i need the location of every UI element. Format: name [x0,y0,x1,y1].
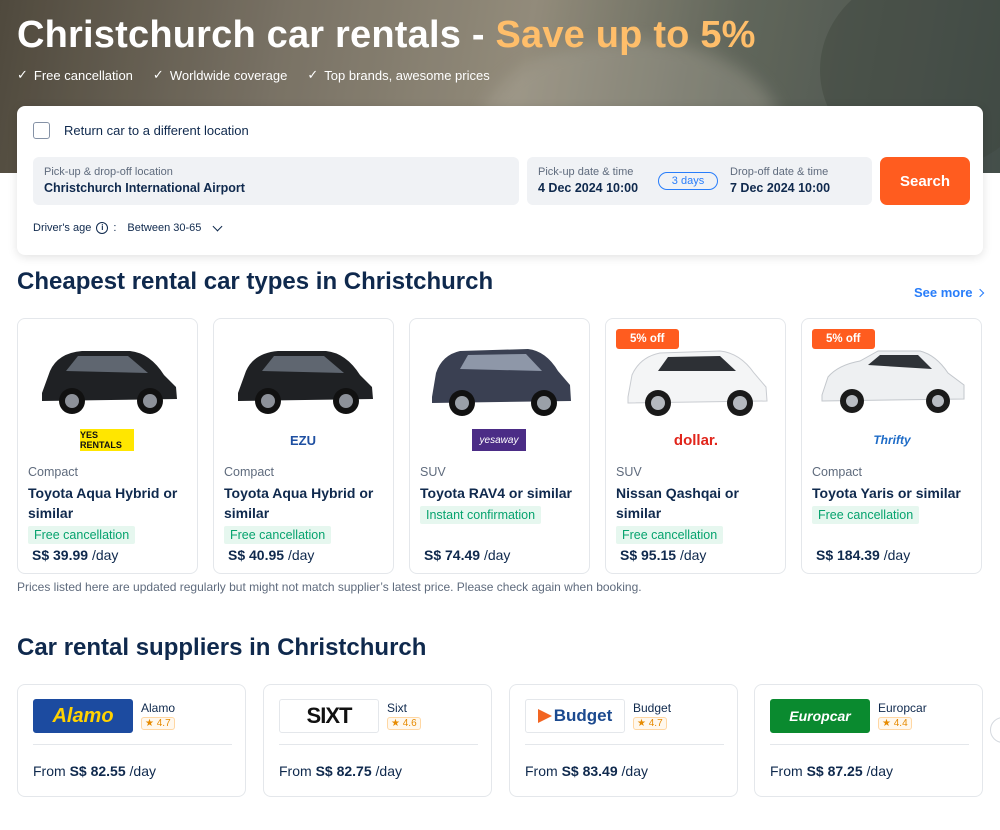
car-type: Compact [28,465,79,479]
supplier-name: Sixt [387,701,408,715]
budget-mark-icon [537,709,552,723]
location-label: Pick-up & drop-off location [44,166,173,178]
page-title: Christchurch car rentals - Save up to 5% [17,14,756,56]
benefit-item: ✓ Top brands, awesome prices [307,67,490,83]
car-type: Compact [224,465,275,479]
car-image [238,351,373,414]
driver-age-selector[interactable]: Driver's age i : Between 30-65 [33,221,223,234]
car-price: S$ 40.95 /day [228,547,315,563]
discount-badge: 5% off [812,329,875,349]
info-icon[interactable]: i [96,222,109,234]
search-form: Return car to a different location Pick-… [17,106,983,255]
car-name: Toyota RAV4 or similar [420,485,572,501]
car-card[interactable]: EZU Compact Toyota Aqua Hybrid or simila… [213,318,394,574]
supplier-logo: Budget [525,699,625,733]
check-icon: ✓ [17,67,28,82]
car-type: SUV [420,465,446,479]
return-location-checkbox[interactable] [33,122,50,139]
car-card[interactable]: yesaway SUV Toyota RAV4 or similar Insta… [409,318,590,574]
see-more-link[interactable]: See more [914,285,984,300]
car-name: Nissan Qashqai or similar [616,485,739,521]
driver-age-label: Driver's age [33,222,92,234]
pickup-date[interactable]: Pick-up date & time 4 Dec 2024 10:00 [538,166,638,195]
supplier-logo: EZU [290,432,316,448]
car-tag: Instant confirmation [420,506,542,524]
car-tag: Free cancellation [812,506,920,524]
search-button[interactable]: Search [880,157,970,205]
car-name: Toyota Yaris or similar [812,485,961,501]
car-type: Compact [812,465,863,479]
cheapest-section-title: Cheapest rental car types in Christchurc… [17,268,494,295]
car-tag: Free cancellation [28,526,136,544]
suppliers-section-title: Car rental suppliers in Christchurch [17,634,427,661]
supplier-card[interactable]: SIXT Sixt ★ 4.6 From S$ 82.75 /day [263,684,492,797]
car-price: S$ 39.99 /day [32,547,119,563]
chevron-down-icon [212,221,223,231]
car-tag: Free cancellation [616,526,724,544]
supplier-rating: ★ 4.6 [387,717,421,730]
car-price: S$ 184.39 /day [816,547,911,563]
title-highlight: Save up to 5% [495,14,756,56]
return-different-location-option[interactable]: Return car to a different location [33,122,249,139]
chevron-right-icon [975,288,984,297]
duration-badge: 3 days [658,172,718,190]
car-price: S$ 74.49 /day [424,547,511,563]
supplier-name: Alamo [141,701,176,715]
car-card[interactable]: YES RENTALS Compact Toyota Aqua Hybrid o… [17,318,198,574]
supplier-price: From S$ 83.49 /day [525,763,648,779]
supplier-logo: SIXT [279,699,379,733]
location-field[interactable]: Pick-up & drop-off location Christchurch… [33,157,519,205]
supplier-logo: Alamo [33,699,133,733]
carousel-next-button[interactable] [990,717,1000,743]
car-image [432,349,571,416]
car-card[interactable]: 5% off dollar. SUV Nissan Qashqai or sim… [605,318,786,574]
supplier-logo: yesaway [472,429,526,451]
benefits-list: ✓ Free cancellation ✓ Worldwide coverage ✓… [17,67,490,83]
supplier-rating: ★ 4.7 [141,717,175,730]
dropoff-date[interactable]: Drop-off date & time 7 Dec 2024 10:00 [730,166,830,195]
supplier-logo: Europcar [770,699,870,733]
supplier-card[interactable]: Europcar Europcar ★ 4.4 From S$ 87.25 /d… [754,684,983,797]
car-name: Toyota Aqua Hybrid or similar [28,485,178,521]
car-tag: Free cancellation [224,526,332,544]
return-location-label: Return car to a different location [64,123,249,138]
date-range-field[interactable]: Pick-up date & time 4 Dec 2024 10:00 3 d… [527,157,872,205]
supplier-name: Budget [633,701,672,715]
supplier-card[interactable]: Alamo Alamo ★ 4.7 From S$ 82.55 /day [17,684,246,797]
supplier-price: From S$ 82.75 /day [279,763,402,779]
supplier-name: Europcar [878,701,927,715]
check-icon: ✓ [152,67,164,82]
supplier-rating: ★ 4.4 [878,717,912,730]
driver-age-value: Between 30-65 [127,222,202,234]
supplier-rating: ★ 4.7 [633,717,667,730]
car-name: Toyota Aqua Hybrid or similar [224,485,374,521]
supplier-logo: dollar. [673,431,719,449]
supplier-price: From S$ 82.55 /day [33,763,156,779]
benefit-item: ✓ Worldwide coverage [152,67,288,83]
supplier-logo: YES RENTALS [80,429,134,451]
car-price: S$ 95.15 /day [620,547,707,563]
car-card[interactable]: 5% off Thrifty Compact Toyota Yaris or s… [801,318,982,574]
discount-badge: 5% off [616,329,679,349]
supplier-price: From S$ 87.25 /day [770,763,893,779]
location-value: Christchurch International Airport [44,181,245,195]
benefit-item: ✓ Free cancellation [17,67,133,83]
price-disclaimer: Prices listed here are updated regularly… [17,580,642,594]
car-type: SUV [616,465,642,479]
supplier-logo: Thrifty [873,433,911,447]
check-icon: ✓ [307,67,319,82]
supplier-card[interactable]: Budget Budget ★ 4.7 From S$ 83.49 /day [509,684,738,797]
car-image [42,351,177,414]
